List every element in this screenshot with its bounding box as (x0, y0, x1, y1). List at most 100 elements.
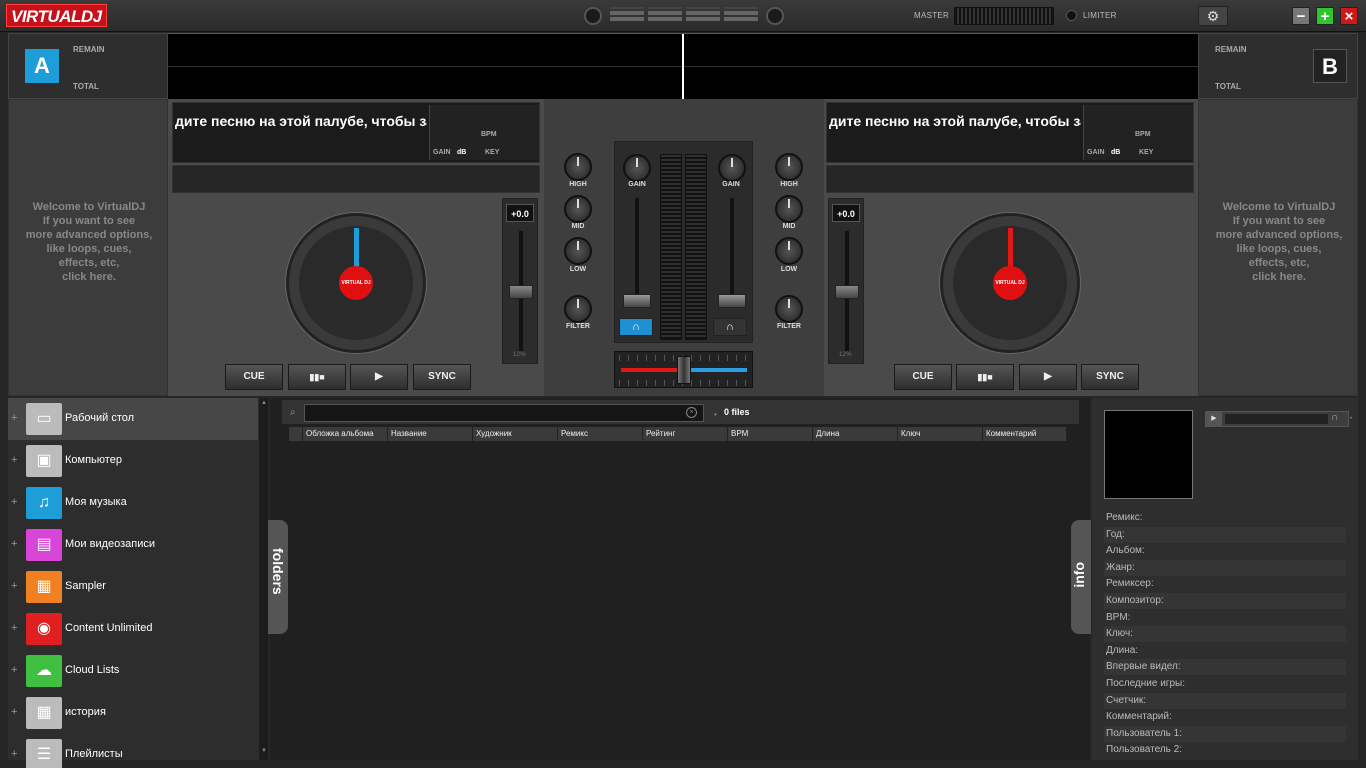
deck-a-gain-knob[interactable] (623, 154, 651, 182)
record-button[interactable] (584, 7, 602, 25)
folder-item[interactable]: + ♫ Моя музыка (8, 482, 258, 524)
deck-a-pause-button[interactable]: ▮▮■ (288, 364, 346, 390)
deck-b-filter-knob[interactable] (775, 295, 803, 323)
preview-play-icon[interactable]: ▶ (1206, 412, 1222, 426)
limiter-indicator[interactable] (1066, 10, 1077, 21)
folders-tab-label: folders (270, 548, 286, 595)
maximize-button[interactable]: + (1316, 7, 1334, 25)
welcome-message-right[interactable]: Welcome to VirtualDJ If you want to see mo… (1199, 200, 1359, 284)
deck-b-sub-display (826, 165, 1194, 193)
deck-b-volume-fader[interactable] (718, 294, 746, 308)
deck-a-play-button[interactable]: ▶ (350, 364, 408, 390)
folder-name: Content Unlimited (65, 622, 153, 634)
folder-item[interactable]: + ☁ Cloud Lists (8, 650, 258, 692)
deck-b-pitch-control[interactable]: +0.0 12% (828, 198, 864, 364)
deck-a-pitch-control[interactable]: +0.0 12% (502, 198, 538, 364)
preview-headphone-icon[interactable]: ∩ (1331, 412, 1338, 423)
folders-tab[interactable]: folders (268, 520, 288, 634)
deck-a-high-knob[interactable] (564, 153, 592, 181)
column-header[interactable]: Длина (813, 427, 898, 441)
deck-b-side-panel[interactable]: Welcome to VirtualDJ If you want to see mo… (1198, 99, 1358, 396)
folder-item[interactable]: + ☰ Плейлисты (8, 734, 258, 768)
deck-b-cue-button[interactable]: CUE (894, 364, 952, 390)
layout-slot-2[interactable] (648, 7, 682, 25)
deck-b-header: REMAIN TOTAL B (1198, 33, 1358, 99)
minimize-button[interactable]: − (1292, 7, 1310, 25)
preview-player[interactable]: ▶ ∩ (1205, 411, 1349, 427)
folder-item[interactable]: + ▦ история (8, 692, 258, 734)
deck-b-mid-knob[interactable] (775, 195, 803, 223)
welcome-message-left[interactable]: Welcome to VirtualDJ If you want to see mo… (9, 200, 169, 284)
folder-item[interactable]: + ◉ Content Unlimited (8, 608, 258, 650)
waveform-display[interactable] (168, 33, 1198, 100)
deck-a-filter-knob[interactable] (564, 295, 592, 323)
folder-item[interactable]: + ▤ Мои видеозаписи (8, 524, 258, 566)
deck-b-jog-wheel[interactable]: VIRTUAL DJ (940, 213, 1080, 353)
broadcast-button[interactable] (766, 7, 784, 25)
folder-item[interactable]: + ▦ Sampler (8, 566, 258, 608)
expand-icon[interactable]: + (11, 412, 17, 424)
clear-search-icon[interactable]: × (686, 407, 697, 418)
deck-a-sync-button[interactable]: SYNC (413, 364, 471, 390)
file-list-panel[interactable]: ⌕ • 0 files (270, 398, 1090, 760)
deck-a-track-info[interactable]: дите песню на этой палубе, чтобы за BPM … (172, 102, 540, 163)
deck-b-pause-button[interactable]: ▮▮■ (956, 364, 1014, 390)
layout-slot-3[interactable] (686, 7, 720, 25)
deck-a-cue-button[interactable]: CUE (225, 364, 283, 390)
expand-icon[interactable]: + (11, 496, 17, 508)
crossfader[interactable] (614, 351, 753, 388)
deck-a-volume-fader[interactable] (623, 294, 651, 308)
layout-slot-1[interactable] (610, 7, 644, 25)
master-level-meter (954, 7, 1054, 25)
expand-icon[interactable]: + (11, 622, 17, 634)
deck-b-play-button[interactable]: ▶ (1019, 364, 1077, 390)
deck-b-sync-button[interactable]: SYNC (1081, 364, 1139, 390)
deck-a-pitch-value: +0.0 (506, 204, 534, 222)
info-tab[interactable]: info (1071, 520, 1091, 634)
column-header[interactable]: Рейтинг (643, 427, 728, 441)
expand-icon[interactable]: + (11, 538, 17, 550)
column-header[interactable]: BPM (728, 427, 813, 441)
limiter-label: LIMITER (1083, 11, 1117, 20)
close-button[interactable]: × (1340, 7, 1358, 25)
column-header[interactable]: Обложка альбома (303, 427, 388, 441)
deck-a-bpm-label: BPM (481, 131, 497, 138)
deck-a-total-label: TOTAL (73, 82, 99, 91)
folder-item[interactable]: + ▭ Рабочий стол (8, 398, 258, 440)
deck-a-mid-knob[interactable] (564, 195, 592, 223)
expand-icon[interactable]: + (11, 706, 17, 718)
expand-icon[interactable]: + (11, 748, 17, 760)
folder-name: Cloud Lists (65, 664, 120, 676)
deck-a-scroll-text: дите песню на этой палубе, чтобы за (175, 113, 427, 129)
column-header[interactable]: Комментарий (983, 427, 1067, 441)
deck-a-side-panel[interactable]: Welcome to VirtualDJ If you want to see mo… (8, 99, 168, 396)
deck-b-label[interactable]: B (1313, 49, 1347, 83)
deck-b-gain-knob[interactable] (718, 154, 746, 182)
column-header[interactable]: Ремикс (558, 427, 643, 441)
expand-icon[interactable]: + (11, 454, 17, 466)
deck-a-label[interactable]: A (25, 49, 59, 83)
folder-tree-scrollbar[interactable]: ▲ ▼ (259, 398, 268, 760)
settings-gear-icon[interactable]: ⚙ (1198, 6, 1228, 26)
folder-item[interactable]: + ▣ Компьютер (8, 440, 258, 482)
info-field: Альбом: (1106, 545, 1145, 557)
column-header[interactable]: Ключ (898, 427, 983, 441)
layout-slot-4[interactable] (724, 7, 758, 25)
deck-a-pitch-slider[interactable] (509, 285, 533, 299)
deck-b-headphone-cue-icon[interactable]: ∩ (713, 318, 747, 336)
info-field: Длина: (1106, 644, 1139, 656)
deck-b-low-knob[interactable] (775, 237, 803, 265)
expand-icon[interactable]: + (11, 664, 17, 676)
column-header[interactable]: Художник (473, 427, 558, 441)
deck-a-low-knob[interactable] (564, 237, 592, 265)
crossfader-knob[interactable] (677, 356, 691, 384)
deck-b-pitch-slider[interactable] (835, 285, 859, 299)
deck-b-track-info[interactable]: дите песню на этой палубе, чтобы за BPM … (826, 102, 1194, 163)
column-header[interactable]: Название (388, 427, 473, 441)
deck-a-headphone-cue-icon[interactable]: ∩ (619, 318, 653, 336)
deck-b-high-knob[interactable] (775, 153, 803, 181)
expand-icon[interactable]: + (11, 580, 17, 592)
search-input[interactable]: × (304, 404, 704, 422)
deck-a-jog-wheel[interactable]: VIRTUAL DJ (286, 213, 426, 353)
deck-b-gain-label: GAIN (1087, 149, 1105, 156)
